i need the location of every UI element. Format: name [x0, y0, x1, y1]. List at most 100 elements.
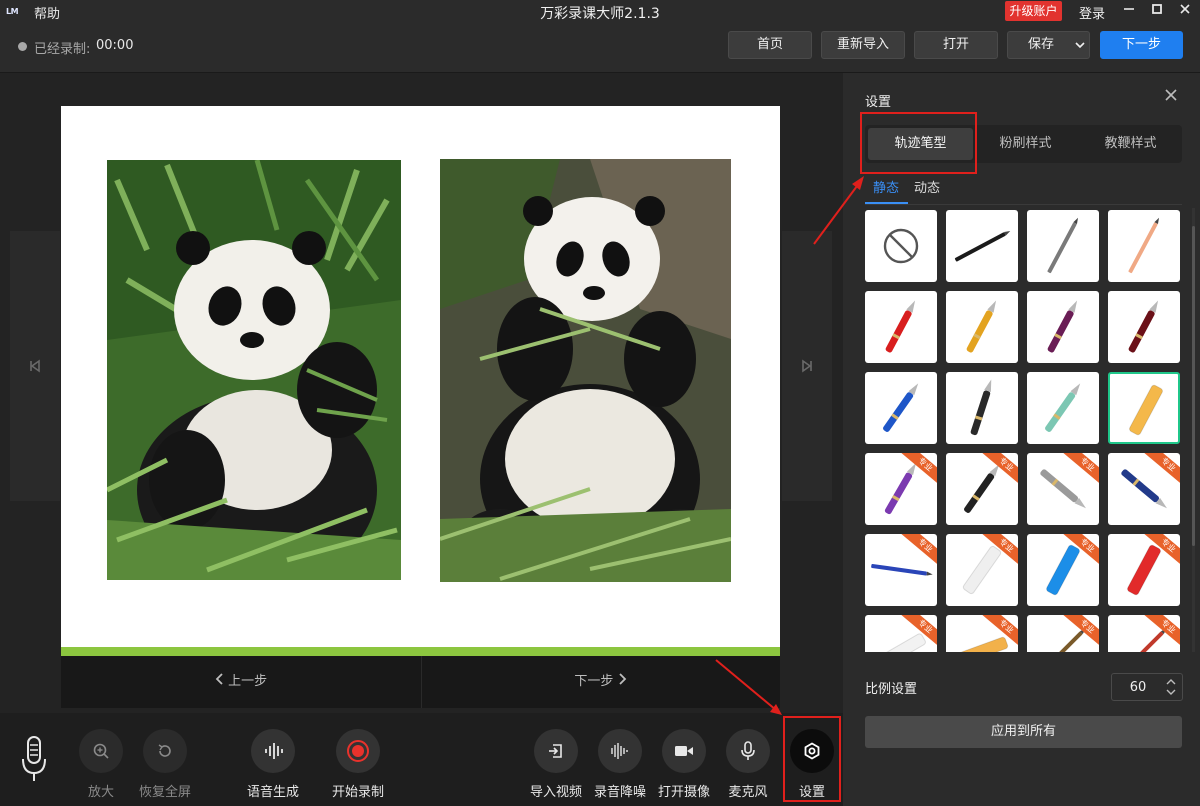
settings-panel: 设置 轨迹笔型 粉刷样式 教鞭样式 静态 动态 专业 专业 专业 专业 专业 专业 专业 专业…: [843, 73, 1200, 806]
close-icon[interactable]: [1164, 87, 1178, 106]
highlight-trail-pen-tab: [860, 112, 977, 174]
restore-fullscreen-tool[interactable]: 恢复全屏: [130, 729, 200, 800]
waveform-icon: [251, 729, 295, 773]
pen-style-cell[interactable]: 专业: [1108, 453, 1180, 525]
slide-canvas[interactable]: [61, 106, 780, 656]
upgrade-account-button[interactable]: 升级账户: [1005, 1, 1062, 21]
tab-pointer-style[interactable]: 教鞭样式: [1078, 128, 1183, 160]
pen-style-cell[interactable]: [865, 210, 937, 282]
subtab-dynamic[interactable]: 动态: [914, 177, 940, 196]
pen-style-cell[interactable]: [1108, 372, 1180, 444]
restore-fullscreen-label: 恢复全屏: [138, 785, 191, 800]
login-button[interactable]: 登录: [1079, 3, 1105, 22]
record-icon: [336, 729, 380, 773]
apply-to-all-button[interactable]: 应用到所有: [865, 716, 1182, 748]
peach-pencil-icon: [1128, 217, 1160, 274]
chevron-right-icon: [618, 673, 628, 689]
title-bar: LM 帮助 万彩录课大师2.1.3 升级账户 登录: [0, 0, 1200, 24]
import-video-label: 导入视频: [529, 785, 582, 800]
zoom-in-tool[interactable]: 放大: [66, 729, 136, 800]
pen-grid-scrollbar[interactable]: [1192, 208, 1195, 652]
subtab-static[interactable]: 静态: [873, 177, 899, 196]
open-button[interactable]: 打开: [914, 31, 998, 59]
home-button[interactable]: 首页: [728, 31, 812, 59]
dark-red-pen-icon: [1128, 300, 1159, 353]
close-icon[interactable]: [1172, 0, 1198, 22]
ratio-stepper[interactable]: 60: [1111, 673, 1183, 701]
pen-style-cell[interactable]: [1108, 210, 1180, 282]
pen-style-cell[interactable]: [865, 372, 937, 444]
scrollbar-thumb[interactable]: [1192, 226, 1195, 546]
save-label: 保存: [1028, 37, 1055, 52]
canvas-stage: 上一步 下一步: [0, 73, 843, 713]
tab-brush-style[interactable]: 粉刷样式: [973, 128, 1078, 160]
recorded-time: 00:00: [96, 38, 134, 53]
pen-style-cell[interactable]: [946, 291, 1018, 363]
slide-navigation: 上一步 下一步: [61, 656, 780, 708]
top-toolbar: 已经录制: 00:00 首页 重新导入 打开 保存 下一步: [0, 24, 1200, 73]
pen-style-cell[interactable]: 专业: [946, 615, 1018, 652]
gray-pencil-icon: [1047, 217, 1079, 274]
pen-style-cell[interactable]: 专业: [946, 453, 1018, 525]
chevron-left-icon: [214, 673, 228, 689]
pen-style-cell[interactable]: [946, 210, 1018, 282]
pen-style-cell[interactable]: 专业: [946, 534, 1018, 606]
noise-reduction-icon: [598, 729, 642, 773]
black-pencil-icon: [954, 230, 1011, 262]
voice-generate-tool[interactable]: 语音生成: [238, 729, 308, 800]
recorded-label: 已经录制:: [34, 42, 91, 57]
pen-style-cell[interactable]: 专业: [865, 453, 937, 525]
pen-style-cell[interactable]: [946, 372, 1018, 444]
start-record-label: 开始录制: [331, 785, 384, 800]
pen-style-cell[interactable]: 专业: [1108, 534, 1180, 606]
previous-page-icon[interactable]: [10, 231, 60, 501]
record-status-dot: [18, 42, 27, 51]
panda-photo-right[interactable]: [440, 159, 731, 582]
chevron-down-icon: [1075, 32, 1085, 68]
noise-reduction-label: 录音降噪: [593, 785, 646, 800]
voice-generate-label: 语音生成: [246, 785, 299, 800]
stepper-arrows-icon[interactable]: [1166, 676, 1176, 701]
open-camera-tool[interactable]: 打开摄像: [649, 729, 719, 800]
previous-step-button[interactable]: 上一步: [61, 656, 420, 708]
microphone-status-icon: [20, 735, 48, 785]
open-camera-label: 打开摄像: [657, 785, 710, 800]
pen-style-cell[interactable]: 专业: [1027, 534, 1099, 606]
pen-style-cell[interactable]: [1027, 291, 1099, 363]
settings-title: 设置: [865, 95, 892, 110]
pen-style-cell[interactable]: 专业: [865, 615, 937, 652]
next-step-nav-button[interactable]: 下一步: [421, 656, 780, 708]
next-step-button[interactable]: 下一步: [1100, 31, 1183, 59]
previous-step-label: 上一步: [228, 674, 268, 689]
pen-style-grid: 专业 专业 专业 专业 专业 专业 专业 专业 专业 专业 专业 专业: [865, 208, 1185, 652]
pen-style-cell[interactable]: 专业: [865, 534, 937, 606]
help-menu[interactable]: 帮助: [34, 3, 60, 22]
pen-style-cell[interactable]: [1027, 372, 1099, 444]
zoom-in-icon: [79, 729, 123, 773]
microphone-tool[interactable]: 麦克风: [713, 729, 783, 800]
ratio-label: 比例设置: [865, 682, 918, 697]
pen-style-cell[interactable]: 专业: [1027, 615, 1099, 652]
red-pen-icon: [885, 300, 916, 353]
maximize-icon[interactable]: [1144, 0, 1170, 22]
slide-progress-bar: [61, 647, 780, 656]
microphone-label: 麦克风: [728, 785, 768, 800]
pen-style-cell[interactable]: [1027, 210, 1099, 282]
ratio-value: 60: [1129, 680, 1147, 695]
reimport-button[interactable]: 重新导入: [821, 31, 905, 59]
save-dropdown[interactable]: 保存: [1007, 31, 1090, 59]
import-icon: [534, 729, 578, 773]
minimize-icon[interactable]: [1116, 0, 1142, 22]
start-record-tool[interactable]: 开始录制: [323, 729, 393, 800]
pen-style-cell[interactable]: 专业: [1027, 453, 1099, 525]
none-icon: [883, 228, 919, 264]
yellow-pen-icon: [966, 300, 997, 353]
pen-style-cell[interactable]: [1108, 291, 1180, 363]
panda-photo-left[interactable]: [107, 160, 401, 580]
import-video-tool[interactable]: 导入视频: [521, 729, 591, 800]
next-step-label: 下一步: [574, 674, 614, 689]
pen-style-cell[interactable]: [865, 291, 937, 363]
pen-style-cell[interactable]: 专业: [1108, 615, 1180, 652]
noise-reduction-tool[interactable]: 录音降噪: [585, 729, 655, 800]
next-page-icon[interactable]: [782, 231, 832, 501]
